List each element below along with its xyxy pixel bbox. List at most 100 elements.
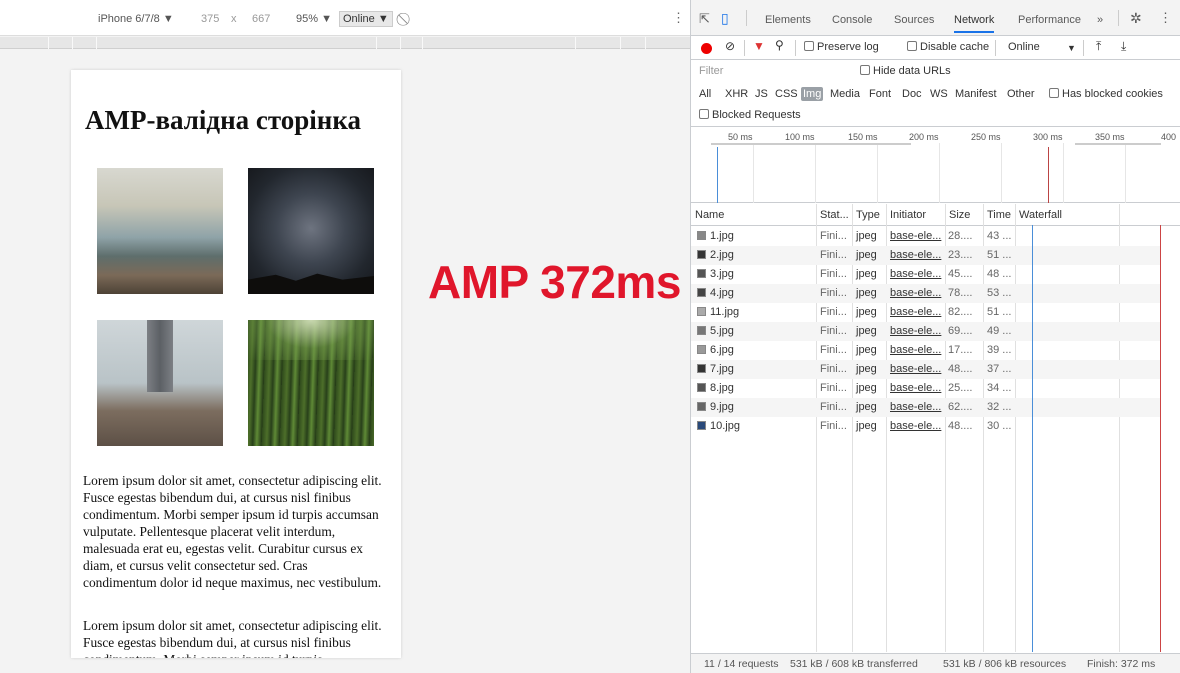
type-ws[interactable]: WS [930,88,948,100]
column-header-size[interactable]: Size [945,204,983,226]
table-row[interactable]: 3.jpg Fini... jpeg base-ele... 45.... 48 ... [691,265,1161,284]
type-xhr[interactable]: XHR [725,88,748,100]
column-header-initiator[interactable]: Initiator [886,204,945,226]
request-name-label: 4.jpg [710,287,734,299]
search-icon[interactable]: ⚲ [775,38,784,52]
image-file-icon [697,307,706,316]
overview-tick: 400 [1161,132,1177,142]
preserve-log-checkbox[interactable]: Preserve log [804,41,879,53]
record-icon[interactable] [701,43,712,54]
hide-data-urls-checkbox[interactable]: Hide data URLs [860,65,951,77]
request-status: Fini... [820,325,847,337]
request-size: 78.... [948,287,973,299]
type-font[interactable]: Font [869,88,891,100]
has-blocked-cookies-checkbox[interactable]: Has blocked cookies [1049,88,1163,100]
tab-network[interactable]: Network [954,14,995,33]
type-other[interactable]: Other [1007,88,1035,100]
tab-performance[interactable]: Performance [1018,14,1081,26]
column-header-status[interactable]: Stat... [816,204,852,226]
type-manifest[interactable]: Manifest [955,88,997,100]
gear-icon[interactable]: ✲ [1130,10,1142,27]
finish-time: Finish: 372 ms [1087,658,1156,670]
overview-tick: 250 ms [971,132,1001,142]
viewport-width[interactable]: 375 [201,13,219,25]
type-img[interactable]: Img [801,87,824,101]
tab-sources[interactable]: Sources [894,14,934,26]
column-header-time[interactable]: Time [983,204,1015,226]
request-name-label: 7.jpg [710,363,734,375]
request-initiator[interactable]: base-ele... [890,344,941,356]
type-media[interactable]: Media [830,88,860,100]
table-row[interactable]: 7.jpg Fini... jpeg base-ele... 48.... 37 ... [691,360,1161,379]
request-size: 48.... [948,363,973,375]
request-status: Fini... [820,344,847,356]
request-name: 3.jpg [697,268,734,280]
type-js[interactable]: JS [755,88,768,100]
table-row[interactable]: 9.jpg Fini... jpeg base-ele... 62.... 32 ... [691,398,1161,417]
throttle-select[interactable]: Online ▼ [339,11,393,27]
import-har-icon[interactable]: ⤒ [1096,39,1101,54]
column-header-name[interactable]: Name [691,204,816,226]
zoom-select[interactable]: 95% ▼ [296,13,332,25]
viewport-height[interactable]: 667 [252,13,270,25]
request-initiator[interactable]: base-ele... [890,325,941,337]
chevron-down-icon[interactable]: ▼ [1067,43,1076,53]
mountain-landscape-image [97,168,223,294]
request-type: jpeg [856,287,877,299]
device-toggle-icon[interactable]: ▯ [721,10,729,27]
request-initiator[interactable]: base-ele... [890,268,941,280]
request-size: 28.... [948,230,973,242]
type-css[interactable]: CSS [775,88,798,100]
filter-bar: Filter Hide data URLs [691,60,1180,82]
blocked-requests-checkbox[interactable]: Blocked Requests [699,109,801,121]
amp-timing-overlay: AMP 372ms [428,256,681,308]
request-initiator[interactable]: base-ele... [890,401,941,413]
type-doc[interactable]: Doc [902,88,922,100]
request-time: 30 ... [987,420,1012,432]
table-row[interactable]: 4.jpg Fini... jpeg base-ele... 78.... 53 ... [691,284,1161,303]
request-initiator[interactable]: base-ele... [890,249,941,261]
device-select[interactable]: iPhone 6/7/8 ▼ [98,13,174,25]
request-initiator[interactable]: base-ele... [890,382,941,394]
devtools-panel: ⇱ ▯ Elements Console Sources Network Per… [690,0,1180,673]
request-initiator[interactable]: base-ele... [890,287,941,299]
clear-icon[interactable]: ⊘ [725,39,735,53]
export-har-icon[interactable]: ⤓ [1121,39,1126,54]
table-row[interactable]: 10.jpg Fini... jpeg base-ele... 48.... 30 ... [691,417,1161,436]
filter-icon[interactable]: ▼ [753,39,765,53]
table-row[interactable]: 1.jpg Fini... jpeg base-ele... 28.... 43 ... [691,227,1161,246]
table-row[interactable]: 2.jpg Fini... jpeg base-ele... 23.... 51 ... [691,246,1161,265]
tab-console[interactable]: Console [832,14,872,26]
table-row[interactable]: 11.jpg Fini... jpeg base-ele... 82.... 51 ... [691,303,1161,322]
request-time: 32 ... [987,401,1012,413]
column-header-type[interactable]: Type [852,204,886,226]
inspect-element-icon[interactable]: ⇱ [699,11,710,27]
more-tabs-button[interactable]: » [1097,14,1103,26]
request-name: 10.jpg [697,420,740,432]
kebab-menu-icon[interactable]: ⋮ [672,10,685,26]
request-type: jpeg [856,268,877,280]
request-size: 17.... [948,344,973,356]
request-size: 69.... [948,325,973,337]
table-row[interactable]: 5.jpg Fini... jpeg base-ele... 69.... 49 ... [691,322,1161,341]
request-initiator[interactable]: base-ele... [890,420,941,432]
type-all[interactable]: All [699,88,711,100]
table-row[interactable]: 8.jpg Fini... jpeg base-ele... 25.... 34 ... [691,379,1161,398]
request-initiator[interactable]: base-ele... [890,230,941,242]
device-toolbar: iPhone 6/7/8 ▼ 375 x 667 95% ▼ Online ▼ … [0,0,690,36]
request-time: 34 ... [987,382,1012,394]
devtools-menu-icon[interactable]: ⋮ [1159,10,1172,26]
tab-elements[interactable]: Elements [765,14,811,26]
request-initiator[interactable]: base-ele... [890,363,941,375]
network-overview[interactable]: 50 ms 100 ms 150 ms 200 ms 250 ms 300 ms… [691,127,1180,203]
network-throttle-select[interactable]: Online [1008,41,1040,53]
transferred-size: 531 kB / 608 kB transferred [790,658,918,670]
filter-input[interactable]: Filter [699,65,723,77]
media-query-ruler[interactable] [0,37,690,49]
network-status-bar: 11 / 14 requests 531 kB / 608 kB transfe… [691,653,1180,673]
column-header-waterfall[interactable]: Waterfall [1015,204,1180,226]
disable-cache-checkbox[interactable]: Disable cache [907,41,989,53]
request-initiator[interactable]: base-ele... [890,306,941,318]
paragraph: Lorem ipsum dolor sit amet, consectetur … [83,618,382,658]
table-row[interactable]: 6.jpg Fini... jpeg base-ele... 17.... 39 ... [691,341,1161,360]
